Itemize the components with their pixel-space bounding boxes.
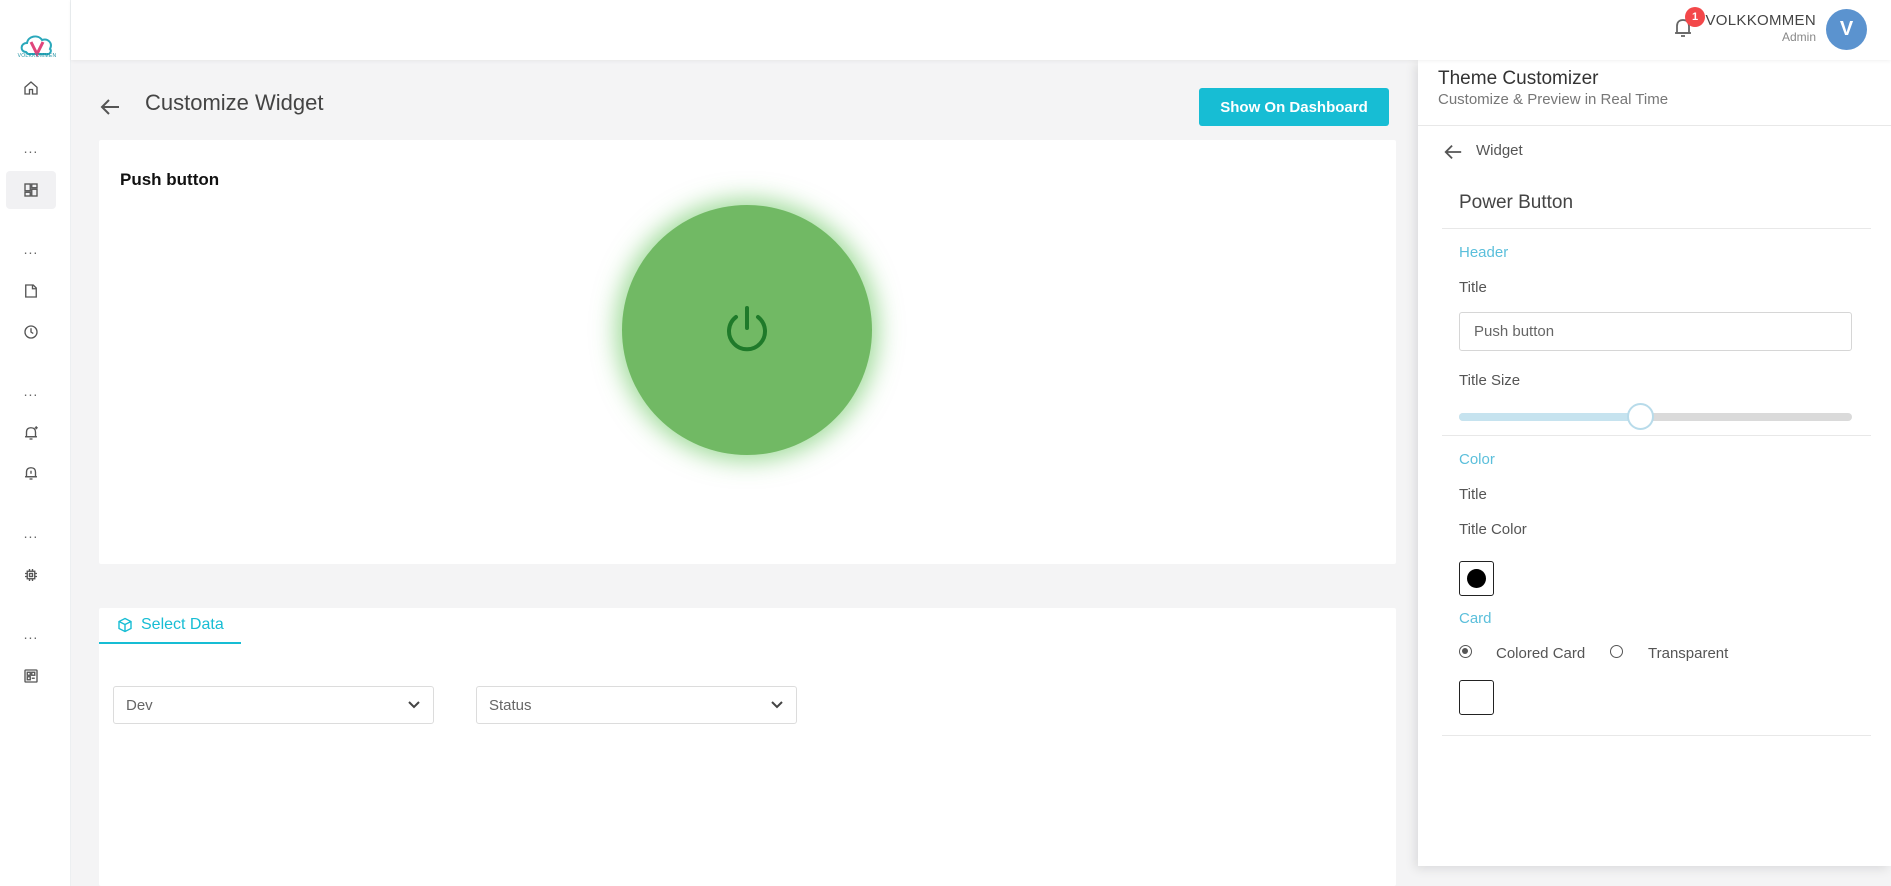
page-title: Customize Widget xyxy=(145,90,324,115)
home-icon xyxy=(24,81,38,95)
sidebar-item-dashboard[interactable] xyxy=(6,171,56,209)
back-arrow-icon[interactable] xyxy=(98,96,122,118)
divider xyxy=(1418,125,1891,126)
card-heading: Card xyxy=(1459,610,1492,627)
divider xyxy=(1442,435,1871,436)
show-on-dashboard-button[interactable]: Show On Dashboard xyxy=(1199,88,1389,126)
chip-icon xyxy=(25,569,37,581)
card-color-swatch[interactable] xyxy=(1459,680,1494,715)
title-color-swatch[interactable] xyxy=(1459,561,1494,596)
device-select-value: Dev xyxy=(126,696,153,714)
transparent-radio[interactable] xyxy=(1610,645,1623,658)
title-color-label: Title Color xyxy=(1459,521,1527,538)
notification-badge: 1 xyxy=(1685,7,1705,27)
chevron-down-icon xyxy=(771,701,783,709)
widget-preview-card: Push button xyxy=(99,140,1396,564)
sidebar-item-history[interactable] xyxy=(6,313,56,351)
alarm-icon xyxy=(25,467,37,480)
tab-select-data[interactable]: Select Data xyxy=(99,608,241,644)
divider xyxy=(1442,735,1871,736)
sidebar-group-separator: ... xyxy=(23,241,39,257)
widget-title: Push button xyxy=(120,170,220,189)
sidebar-group-separator: ... xyxy=(23,626,39,642)
color-title-label: Title xyxy=(1459,486,1487,503)
report-icon xyxy=(25,284,37,298)
title-label: Title xyxy=(1459,279,1487,296)
sidebar: VOLKKOMMEN ... ... ... ... ... xyxy=(0,0,71,886)
colored-card-label[interactable]: Colored Card xyxy=(1496,645,1585,662)
top-bar: 1 VOLKKOMMEN Admin V xyxy=(71,0,1891,60)
select-data-card: Select Data Dev Status xyxy=(99,608,1396,886)
customizer-title: Theme Customizer xyxy=(1438,68,1599,89)
theme-customizer-panel: Theme Customizer Customize & Preview in … xyxy=(1418,60,1891,866)
sidebar-group-separator: ... xyxy=(23,525,39,541)
field-select-value: Status xyxy=(489,696,532,714)
sidebar-group-separator: ... xyxy=(23,383,39,399)
divider xyxy=(1442,228,1871,229)
slider-fill xyxy=(1459,413,1640,421)
sidebar-group-separator: ... xyxy=(23,140,39,156)
title-color-dot xyxy=(1467,569,1486,588)
power-button[interactable] xyxy=(622,205,872,455)
color-heading: Color xyxy=(1459,451,1495,468)
grid-settings-icon xyxy=(24,669,38,683)
logo-text: VOLKKOMMEN xyxy=(17,53,57,59)
transparent-label[interactable]: Transparent xyxy=(1648,645,1728,662)
breadcrumb[interactable]: Widget xyxy=(1476,142,1523,159)
sidebar-item-home[interactable] xyxy=(6,69,56,107)
user-name: VOLKKOMMEN xyxy=(1705,12,1816,29)
sidebar-item-report[interactable] xyxy=(6,272,56,310)
dashboard-icon xyxy=(24,183,38,197)
sidebar-item-alarm[interactable] xyxy=(6,454,56,492)
title-size-label: Title Size xyxy=(1459,372,1521,389)
title-input[interactable] xyxy=(1459,312,1852,351)
user-role: Admin xyxy=(1781,30,1816,44)
colored-card-radio[interactable] xyxy=(1459,645,1472,658)
header-heading: Header xyxy=(1459,244,1509,261)
slider-thumb[interactable] xyxy=(1626,403,1654,430)
clock-icon xyxy=(24,325,38,339)
customizer-subtitle: Customize & Preview in Real Time xyxy=(1438,91,1669,108)
title-size-slider[interactable] xyxy=(1459,403,1852,430)
section-title: Power Button xyxy=(1459,192,1574,213)
device-select[interactable]: Dev xyxy=(113,686,434,724)
back-arrow-icon[interactable] xyxy=(1442,142,1464,162)
tab-select-data-label: Select Data xyxy=(141,616,224,633)
chevron-down-icon xyxy=(408,701,420,709)
sidebar-item-settings[interactable] xyxy=(6,657,56,695)
sidebar-item-add-alert[interactable] xyxy=(6,414,56,452)
cube-icon xyxy=(118,617,132,633)
power-icon xyxy=(727,306,767,352)
avatar[interactable]: V xyxy=(1826,9,1867,50)
field-select[interactable]: Status xyxy=(476,686,797,724)
sidebar-item-devices[interactable] xyxy=(6,556,56,594)
add-alert-icon xyxy=(25,426,38,440)
